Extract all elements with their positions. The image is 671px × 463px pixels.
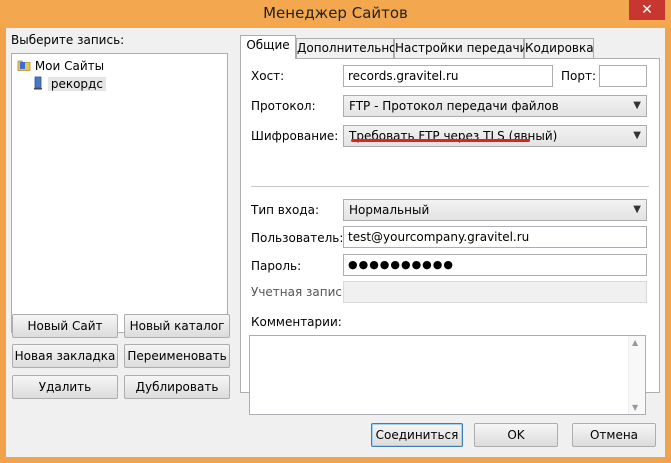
account-input (343, 281, 647, 303)
encryption-select[interactable]: Требовать FTP через TLS (явный) ▼ (343, 125, 647, 147)
logon-type-label: Тип входа: (251, 203, 319, 217)
password-input[interactable]: ●●●●●●●●●● (343, 254, 647, 276)
password-label: Пароль: (251, 259, 302, 273)
tree-item-my-sites[interactable]: Мои Сайты (17, 58, 104, 73)
user-input[interactable]: test@yourcompany.gravitel.ru (343, 226, 647, 248)
new-folder-button[interactable]: Новый каталог (124, 314, 230, 338)
rename-button[interactable]: Переименовать (124, 344, 230, 368)
cancel-button[interactable]: Отмена (572, 423, 656, 447)
comments-scrollbar[interactable]: ▲ ▼ (628, 336, 645, 414)
comments-textarea[interactable]: ▲ ▼ (249, 335, 646, 415)
site-tree[interactable]: Мои Сайты рекордс (11, 53, 228, 333)
user-label: Пользователь: (251, 231, 344, 245)
account-label: Учетная запись: (251, 285, 354, 299)
new-site-button[interactable]: Новый Сайт (12, 314, 118, 338)
tab-advanced[interactable]: Дополнительно (296, 38, 397, 58)
new-bookmark-button[interactable]: Новая закладка (12, 344, 118, 368)
close-button[interactable]: ✕ (629, 0, 665, 20)
host-input[interactable]: records.gravitel.ru (343, 65, 553, 87)
logon-type-value: Нормальный (349, 203, 430, 217)
protocol-select[interactable]: FTP - Протокол передачи файлов ▼ (343, 95, 647, 117)
connect-button[interactable]: Соединиться (371, 423, 463, 447)
chevron-down-icon: ▼ (633, 204, 641, 215)
site-manager-window: Менеджер Сайтов ✕ Выберите запись: Мои С… (0, 0, 671, 463)
tab-transfer-settings[interactable]: Настройки передачи (394, 38, 527, 58)
title-bar[interactable]: Менеджер Сайтов ✕ (0, 0, 671, 28)
select-entry-label: Выберите запись: (11, 33, 125, 47)
logon-type-select[interactable]: Нормальный ▼ (343, 199, 647, 221)
tree-item-label: Мои Сайты (34, 59, 105, 73)
chevron-down-icon: ▼ (633, 130, 641, 141)
server-icon (34, 76, 42, 90)
highlight-underline (351, 139, 530, 142)
tab-general[interactable]: Общие (240, 35, 296, 59)
ok-button[interactable]: OK (474, 423, 558, 447)
separator (251, 186, 649, 187)
scroll-down-icon[interactable]: ▼ (632, 403, 638, 412)
protocol-value: FTP - Протокол передачи файлов (349, 99, 559, 113)
tree-item-label: рекордс (47, 77, 106, 91)
dialog-client-area: Выберите запись: Мои Сайты рекордс Новый… (6, 28, 665, 457)
duplicate-button[interactable]: Дублировать (124, 375, 230, 399)
host-label: Хост: (251, 69, 285, 83)
tab-charset[interactable]: Кодировка (524, 38, 594, 58)
delete-button[interactable]: Удалить (12, 375, 118, 399)
port-input[interactable] (599, 65, 647, 87)
folder-icon (17, 60, 31, 71)
tree-item-site[interactable]: рекордс (32, 76, 106, 91)
encryption-label: Шифрование: (251, 129, 339, 143)
general-panel: Хост: records.gravitel.ru Порт: Протокол… (240, 58, 660, 415)
protocol-label: Протокол: (251, 99, 316, 113)
scroll-up-icon[interactable]: ▲ (632, 338, 638, 347)
comments-label: Комментарии: (251, 315, 342, 329)
chevron-down-icon: ▼ (633, 100, 641, 111)
window-title: Менеджер Сайтов (263, 4, 408, 22)
port-label: Порт: (561, 69, 597, 83)
